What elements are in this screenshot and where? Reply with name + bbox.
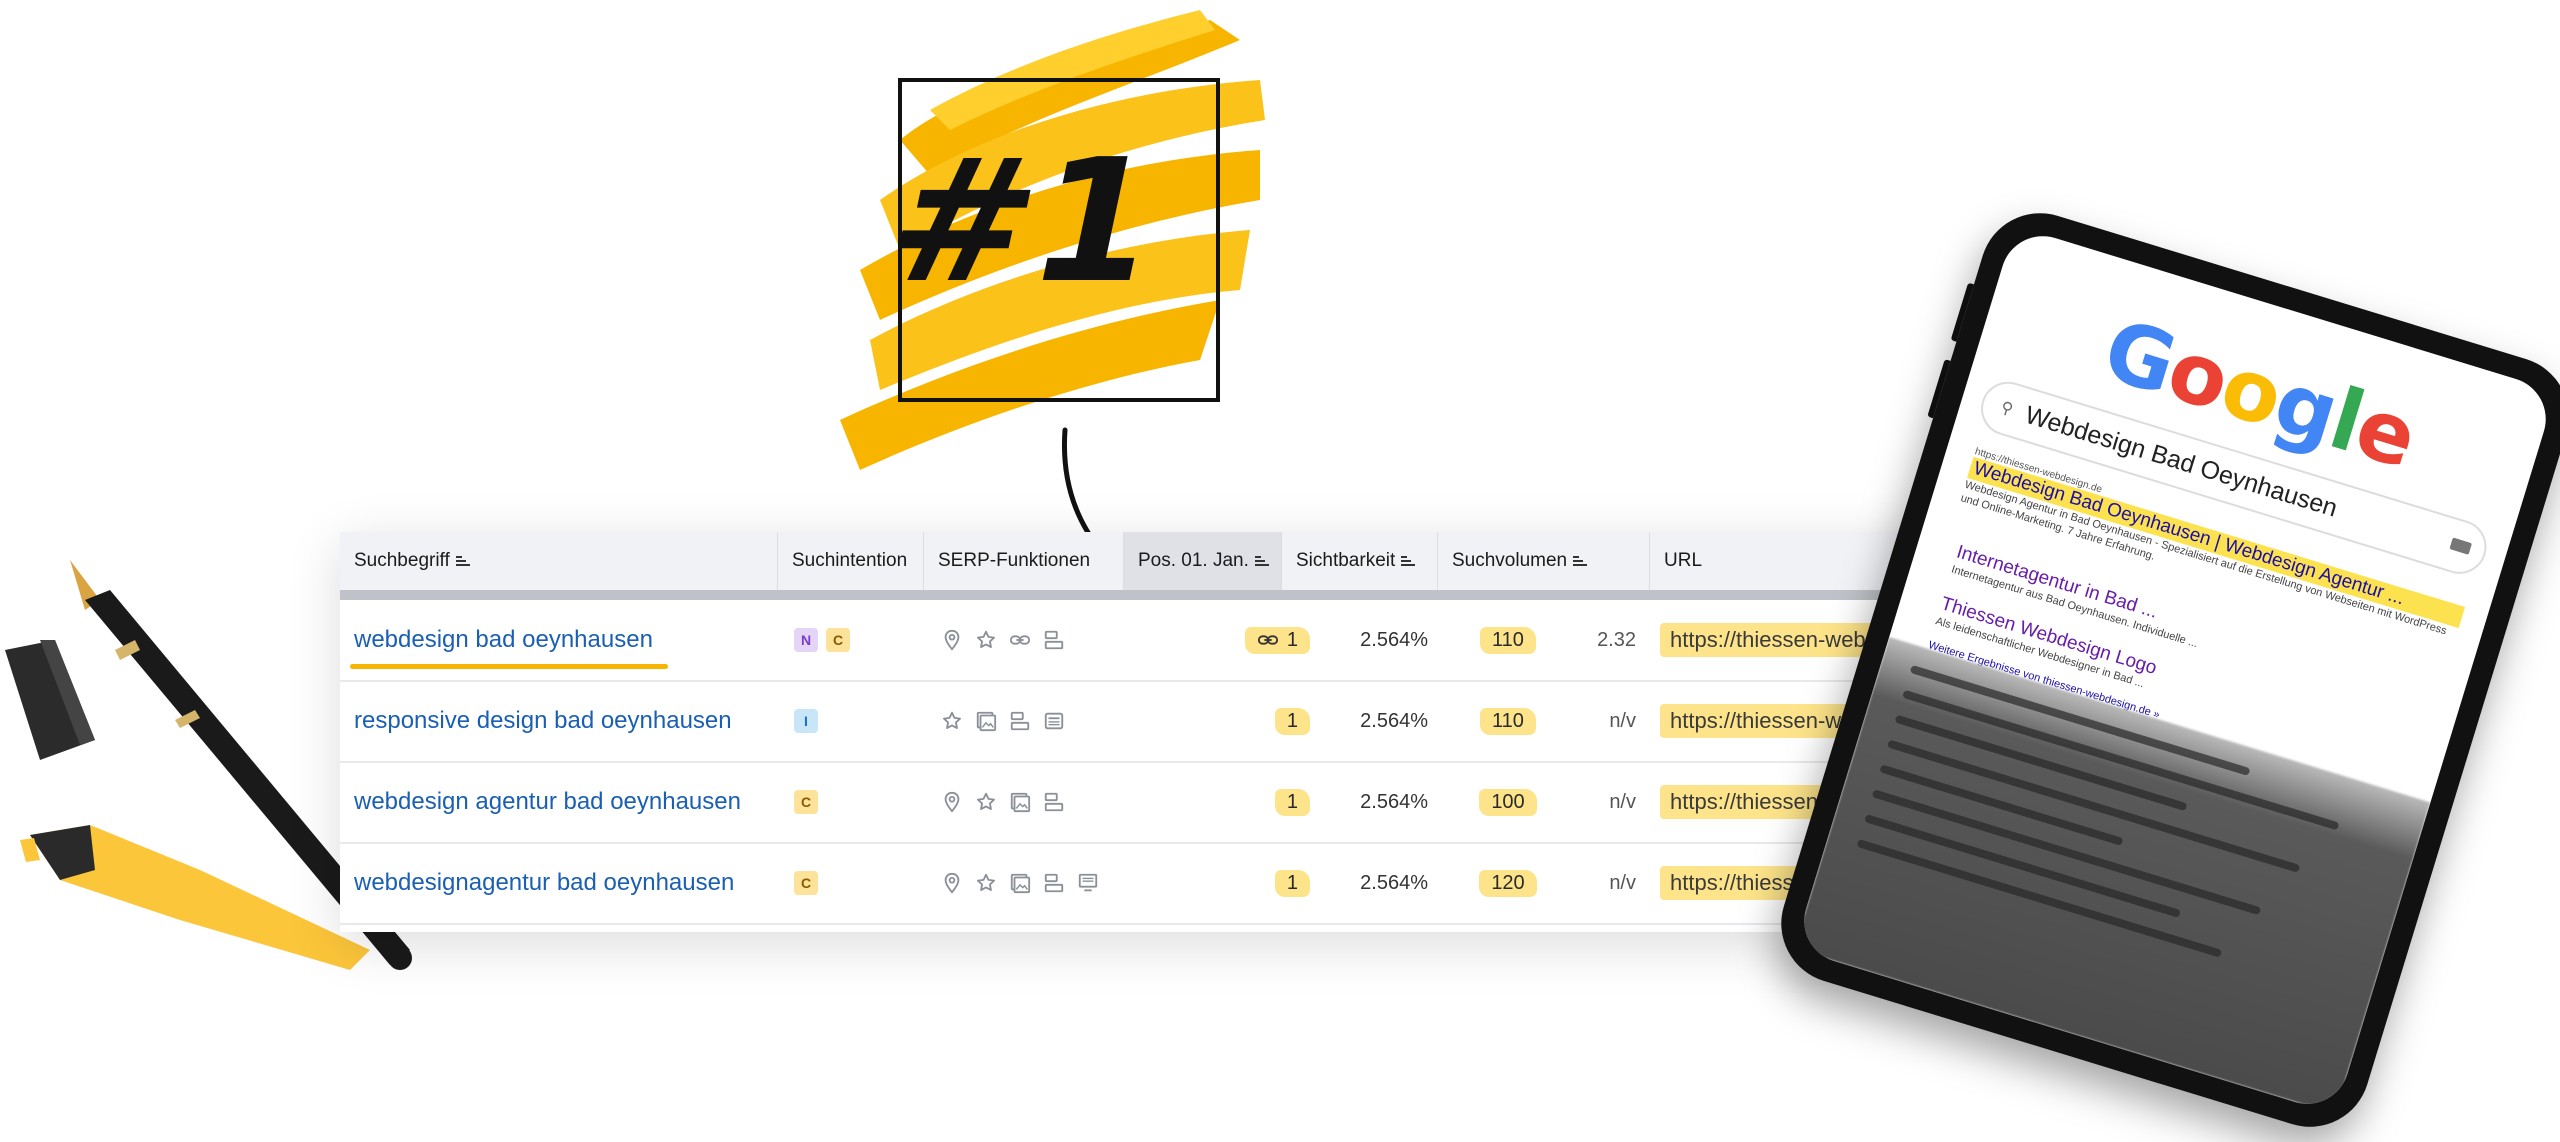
visibility-value: 2.564%: [1360, 871, 1428, 894]
intent-badges: C: [794, 762, 818, 842]
volume-cell: 110: [1438, 600, 1578, 680]
intent-badge: C: [826, 628, 850, 652]
serp-features: [940, 843, 1100, 923]
column-header-intent[interactable]: Suchintention: [778, 532, 924, 590]
volume-cell: 100: [1438, 762, 1578, 842]
star-icon: [974, 790, 998, 814]
column-header-search-volume[interactable]: Suchvolumen: [1438, 532, 1650, 590]
layout-icon: [1042, 871, 1066, 895]
map-pin-icon: [940, 790, 964, 814]
volume-cell: 110: [1438, 681, 1578, 761]
link-icon: [1008, 628, 1032, 652]
keyword-difficulty: n/v: [1609, 790, 1636, 813]
image-icon: [1008, 790, 1032, 814]
newspaper-icon: [1042, 709, 1066, 733]
layout-icon: [1042, 628, 1066, 652]
intent-badges: NC: [794, 600, 850, 680]
visibility-value: 2.564%: [1360, 628, 1428, 651]
tablet-device: Google ⚲ Webdesign Bad Oeynhausen https:…: [1766, 198, 2560, 1142]
keyword-link[interactable]: webdesignagentur bad oeynhausen: [354, 843, 734, 923]
serp-features: [940, 600, 1066, 680]
column-header-visibility[interactable]: Sichtbarkeit: [1282, 532, 1438, 590]
image-icon: [1008, 871, 1032, 895]
keyword-link[interactable]: webdesign agentur bad oeynhausen: [354, 762, 741, 842]
tablet-frame: Google ⚲ Webdesign Bad Oeynhausen https:…: [1766, 198, 2560, 1142]
serp-features: [940, 762, 1066, 842]
keyword-difficulty: n/v: [1609, 871, 1636, 894]
intent-badge: C: [794, 871, 818, 895]
search-icon[interactable]: ⚲: [1998, 397, 2015, 420]
layout-icon: [1042, 790, 1066, 814]
sort-icon[interactable]: [455, 555, 470, 567]
visibility-value: 2.564%: [1360, 709, 1428, 732]
volume-badge: 110: [1480, 626, 1536, 654]
layout-icon: [1008, 709, 1032, 733]
table-row[interactable]: responsive design bad oeynhausen I 1 2.5…: [340, 681, 1960, 763]
serp-features: [940, 681, 1066, 761]
map-pin-icon: [940, 871, 964, 895]
monitor-icon: [1076, 871, 1100, 895]
column-header-serp-features[interactable]: SERP-Funktionen: [924, 532, 1124, 590]
column-header-keyword[interactable]: Suchbegriff: [340, 532, 778, 590]
sort-icon[interactable]: [1573, 555, 1588, 567]
volume-badge: 110: [1480, 707, 1536, 735]
map-pin-icon: [940, 628, 964, 652]
intent-badges: C: [794, 843, 818, 923]
link-icon: [1257, 635, 1278, 645]
table-row[interactable]: webdesign agentur bad oeynhausen C 1 2.5…: [340, 762, 1960, 844]
sort-icon[interactable]: [1401, 555, 1416, 567]
volume-cell: 120: [1438, 843, 1578, 923]
table-header: Suchbegriff Suchintention SERP-Funktione…: [340, 532, 1960, 600]
table-row[interactable]: webdesignagentur bad oeynhausen C 1 2.56…: [340, 843, 1960, 925]
keyword-difficulty: 2.32: [1597, 628, 1636, 651]
keyword-underline: [350, 664, 668, 669]
pen-cap-icon: [5, 640, 95, 760]
volume-badge: 100: [1479, 788, 1537, 816]
keyword-difficulty: n/v: [1609, 709, 1636, 732]
sticker-label: #1: [872, 122, 1175, 321]
intent-badges: I: [794, 681, 818, 761]
star-icon: [940, 709, 964, 733]
keyboard-icon[interactable]: [2449, 537, 2473, 555]
sort-icon[interactable]: [1254, 555, 1269, 567]
keyword-ranking-table: Suchbegriff Suchintention SERP-Funktione…: [340, 532, 1960, 932]
tablet-screen: Google ⚲ Webdesign Bad Oeynhausen https:…: [1793, 225, 2557, 1115]
intent-badge: C: [794, 790, 818, 814]
volume-badge: 120: [1479, 869, 1537, 897]
keyword-link[interactable]: responsive design bad oeynhausen: [354, 681, 732, 761]
image-icon: [974, 709, 998, 733]
star-icon: [974, 871, 998, 895]
column-header-position[interactable]: Pos. 01. Jan.: [1124, 532, 1282, 590]
visibility-value: 2.564%: [1360, 790, 1428, 813]
table-row[interactable]: webdesign bad oeynhausen NC 1 2.564% 110…: [340, 600, 1960, 682]
star-icon: [974, 628, 998, 652]
intent-badge: N: [794, 628, 818, 652]
intent-badge: I: [794, 709, 818, 733]
